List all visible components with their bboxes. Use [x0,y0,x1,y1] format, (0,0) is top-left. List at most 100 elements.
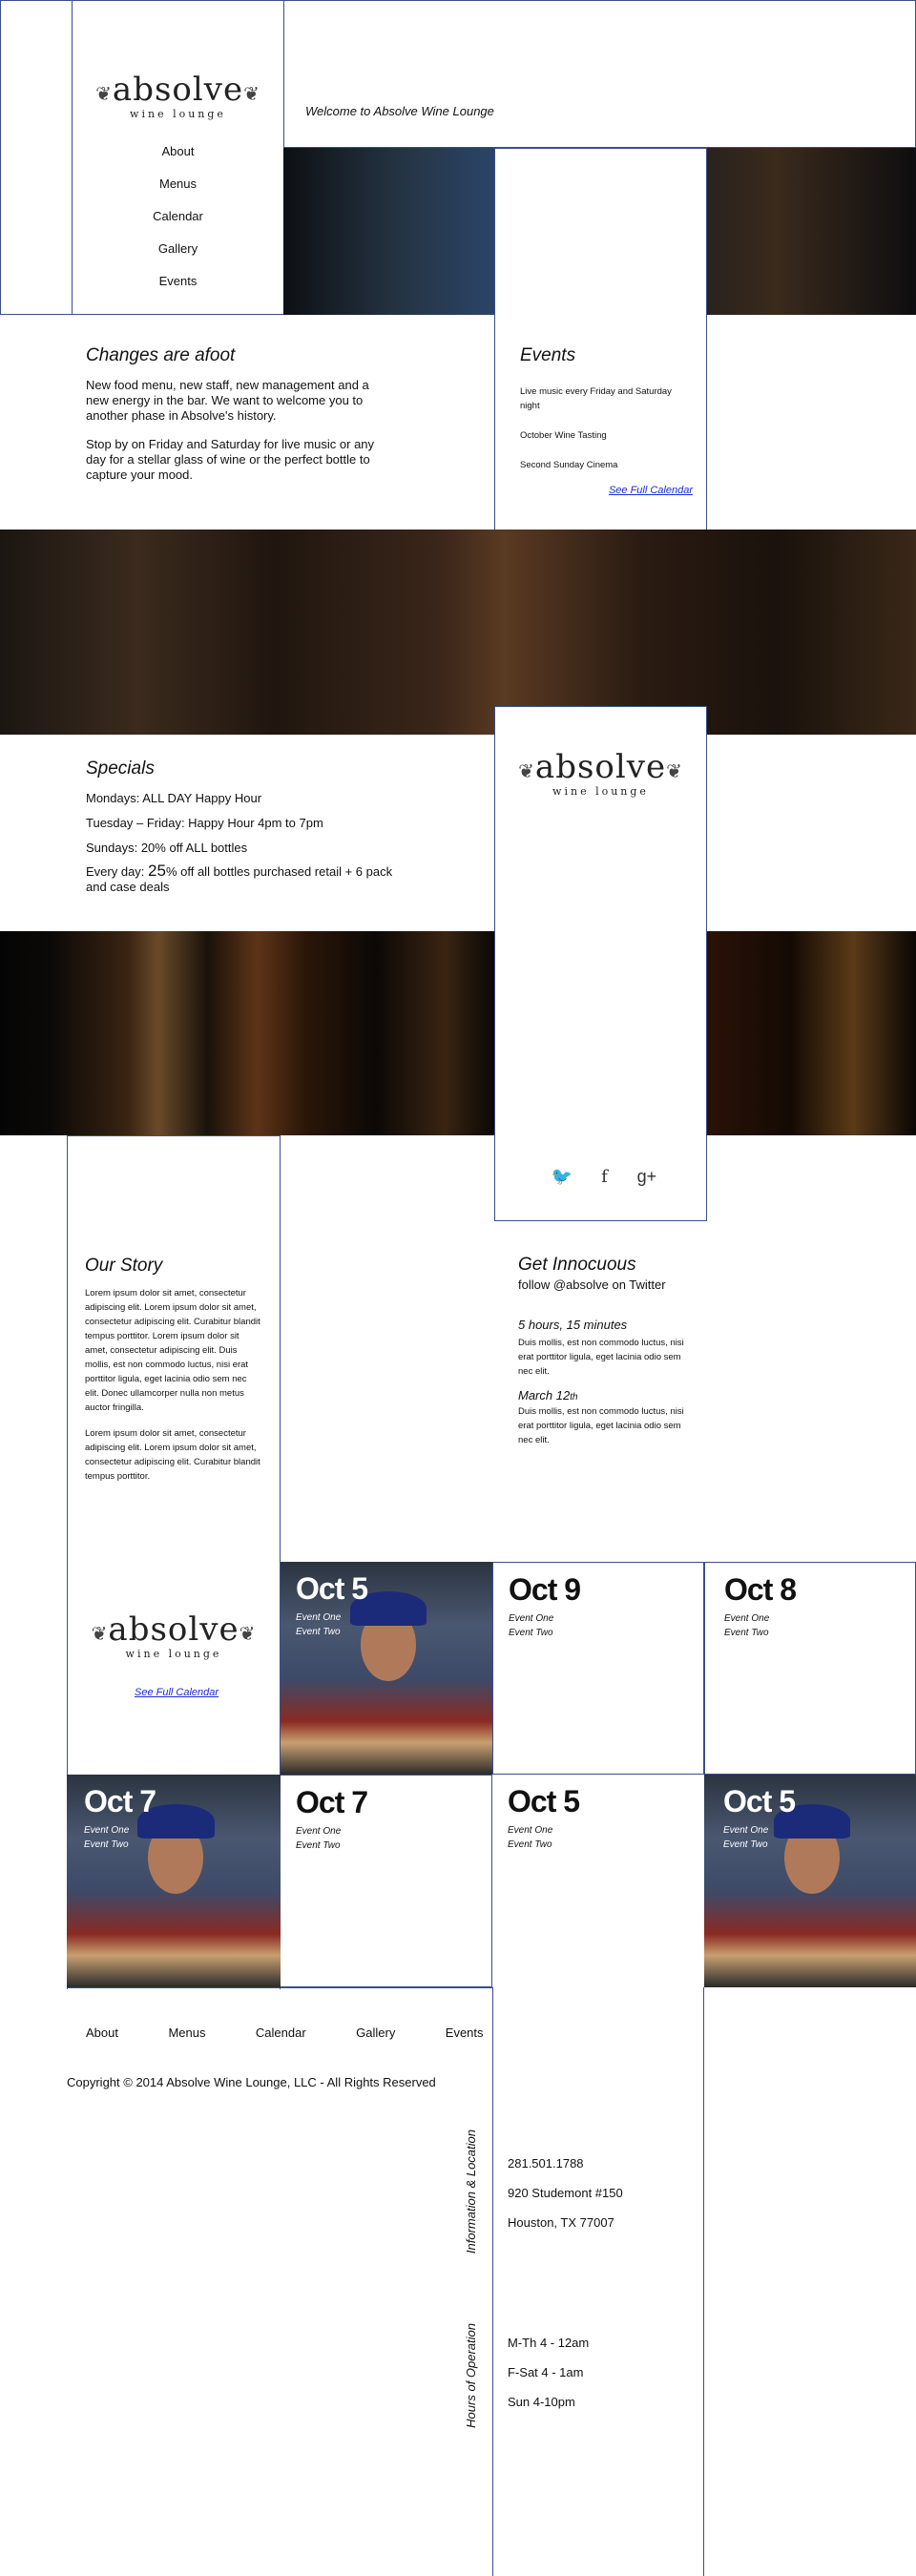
nav-menus[interactable]: Menus [73,168,283,200]
intro-section: Changes are afoot New food menu, new sta… [86,345,382,483]
tweet-time: March 12th [518,1388,578,1402]
footer-nav-events[interactable]: Events [446,2025,484,2040]
facebook-icon[interactable]: f [585,1167,623,1187]
swirl-icon: ❦ [91,1622,109,1645]
info-phone[interactable]: 281.501.1788 [508,2149,623,2178]
event-card[interactable]: Oct 8 Event One Event Two [704,1562,916,1775]
logo-word: absolve [112,71,244,109]
event-card-item: Event One [724,1613,770,1624]
event-card-date: Oct 5 [508,1784,580,1818]
events-item: October Wine Tasting [520,430,607,441]
copyright: Copyright © 2014 Absolve Wine Lounge, LL… [67,2075,436,2089]
footer-divider [67,1987,492,1988]
sidebar-nav-panel: ❦absolve❦ wine lounge About Menus Calend… [72,0,284,315]
event-card-item: Event Two [509,1628,553,1638]
info-column [492,1987,704,2576]
tweet-time: 5 hours, 15 minutes [518,1318,628,1332]
logo-panel: ❦absolve❦ wine lounge 🐦 f g+ [494,706,707,1221]
event-card-item: Event Two [84,1839,129,1850]
event-card-item: Event One [296,1826,342,1837]
footer-nav-gallery[interactable]: Gallery [356,2025,395,2040]
intro-title: Changes are afoot [86,345,236,365]
footer-nav-menus[interactable]: Menus [168,2025,205,2040]
event-card-item: Event One [723,1825,769,1836]
event-card-item: Event Two [723,1839,768,1850]
specials-line: Sundays: 20% off ALL bottles [86,841,248,855]
specials-line: Tuesday – Friday: Happy Hour 4pm to 7pm [86,816,323,830]
events-item: Live music every Friday and Saturday nig… [520,386,672,411]
candle-photo-right [707,931,916,1135]
left-frame [0,0,72,315]
footer-nav-about[interactable]: About [86,2025,118,2040]
event-card[interactable]: Oct 9 Event One Event Two [492,1562,704,1775]
events-panel: Events Live music every Friday and Satur… [494,148,707,558]
event-card[interactable]: Oct 5 Event One Event Two [704,1775,916,1987]
logo[interactable]: ❦absolve❦ wine lounge [73,73,283,120]
footer-nav-calendar[interactable]: Calendar [256,2025,306,2040]
nav-gallery[interactable]: Gallery [73,233,283,265]
story-section: Our Story Lorem ipsum dolor sit amet, co… [85,1256,261,1484]
specials-everyday: Every day: 25% off all bottles purchased… [86,862,393,894]
swirl-icon: ❦ [243,82,260,105]
swirl-icon: ❦ [666,759,683,782]
event-card-date: Oct 7 [296,1785,368,1819]
events-full-calendar-link[interactable]: See Full Calendar [609,485,693,496]
hours-line: F-Sat 4 - 1am [508,2365,584,2379]
intro-paragraph-1: New food menu, new staff, new management… [86,378,369,423]
event-card-item: Event One [296,1612,342,1623]
welcome-text: Welcome to Absolve Wine Lounge [305,104,494,118]
specials-line: Mondays: ALL DAY Happy Hour [86,791,262,805]
event-card-item: Event One [508,1825,553,1836]
swirl-icon: ❦ [518,759,535,782]
twitter-follow[interactable]: follow @absolve on Twitter [518,1278,695,1293]
nav-calendar[interactable]: Calendar [73,200,283,233]
info-address: 920 Studemont #150 [508,2186,623,2200]
event-card-item: Event One [84,1825,130,1836]
events-item: Second Sunday Cinema [520,460,618,470]
event-card-item: Event One [509,1613,554,1624]
event-card-item: Event Two [724,1628,769,1638]
twitter-icon[interactable]: 🐦 [543,1167,581,1187]
logo: ❦absolve❦ wine lounge [518,748,683,798]
welcome-banner: Welcome to Absolve Wine Lounge [283,0,916,148]
twitter-title: Get Innocuous [518,1255,636,1275]
main-nav: About Menus Calendar Gallery Events [73,135,283,298]
info-list: 281.501.1788 920 Studemont #150 Houston,… [508,2149,623,2237]
swirl-icon: ❦ [239,1622,257,1645]
event-card-item: Event Two [296,1840,341,1851]
nav-events[interactable]: Events [73,265,283,298]
intro-paragraph-2: Stop by on Friday and Saturday for live … [86,437,375,482]
event-card[interactable]: Oct 7 Event One Event Two [281,1775,492,1987]
hours-line: M-Th 4 - 12am [508,2336,590,2350]
events-title: Events [520,345,576,365]
info-city: Houston, TX 77007 [508,2215,614,2230]
social-links: 🐦 f g+ [543,1167,666,1187]
event-card-date: Oct 8 [724,1572,797,1607]
story-title: Our Story [85,1256,163,1276]
story-paragraph-1: Lorem ipsum dolor sit amet, consectetur … [85,1288,260,1413]
swirl-icon: ❦ [95,82,113,105]
nav-about[interactable]: About [73,135,283,168]
events-list: Live music every Friday and Saturday nig… [520,384,692,472]
event-card[interactable]: Oct 7 Event One Event Two [67,1775,281,1987]
calendar-link[interactable]: See Full Calendar [135,1687,219,1698]
event-card-date: Oct 5 [296,1571,368,1606]
story-paragraph-2: Lorem ipsum dolor sit amet, consectetur … [85,1428,260,1482]
candle-photo [0,931,494,1135]
event-card-item: Event Two [508,1839,552,1850]
hours-list: M-Th 4 - 12am F-Sat 4 - 1am Sun 4-10pm [508,2328,589,2417]
tweet-text: Duis mollis, est non commodo luctus, nis… [518,1406,684,1445]
event-card[interactable]: Oct 5 Event One Event Two [281,1562,492,1775]
specials-section: Specials Mondays: ALL DAY Happy Hour Tue… [86,758,410,895]
footer-nav: About Menus Calendar Gallery Events [86,2025,530,2042]
event-card-date: Oct 9 [509,1572,581,1607]
bar-photo [0,530,916,735]
event-card[interactable]: Oct 5 Event One Event Two [492,1775,704,1987]
google-plus-icon[interactable]: g+ [628,1167,666,1187]
logo: ❦absolve❦ wine lounge [91,1610,257,1660]
info-location-label: Information & Location [464,2129,478,2254]
specials-title: Specials [86,758,155,779]
event-card-date: Oct 7 [84,1784,156,1818]
event-card-date: Oct 5 [723,1784,796,1818]
hours-line: Sun 4-10pm [508,2395,575,2409]
